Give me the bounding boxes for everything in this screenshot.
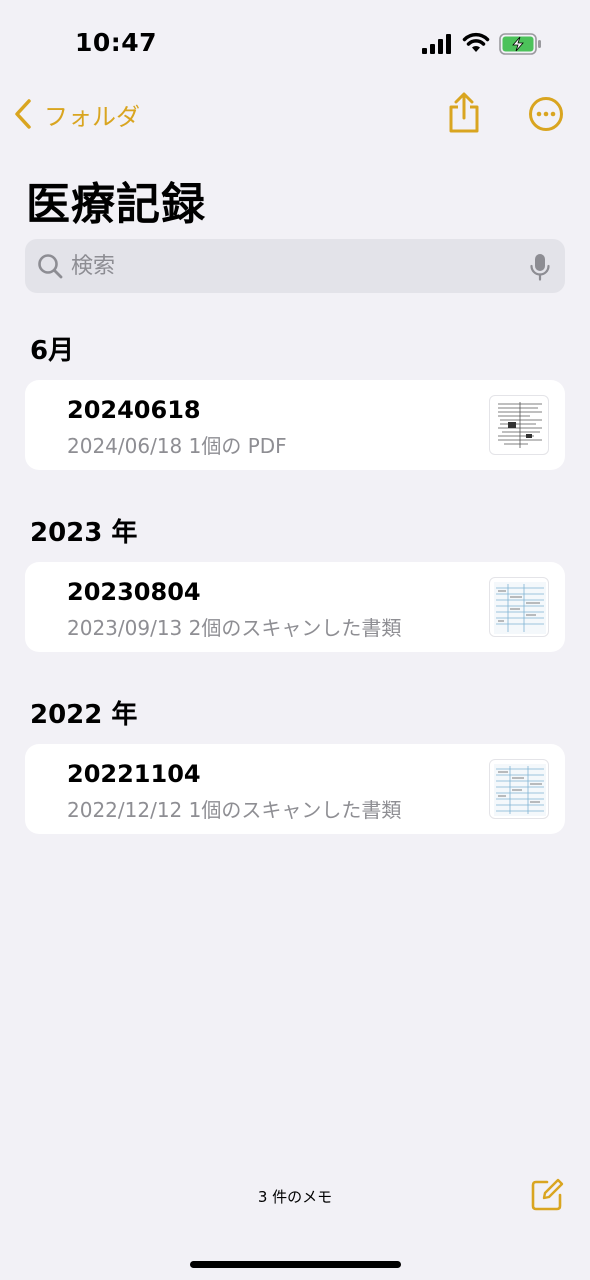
note-subtitle: 2022/12/12 1個のスキャンした書類: [67, 798, 402, 822]
battery-charging-icon: [499, 33, 541, 55]
note-title: 20230804: [67, 578, 201, 606]
compose-icon[interactable]: [530, 1178, 564, 1212]
search-bar[interactable]: [25, 239, 565, 293]
page-title: 医療記録: [26, 179, 206, 230]
more-icon[interactable]: [528, 96, 564, 132]
status-bar: 10:47: [0, 0, 590, 90]
note-title: 20221104: [67, 760, 201, 788]
wifi-icon: [462, 32, 490, 52]
note-title: 20240618: [67, 396, 201, 424]
mic-icon[interactable]: [530, 253, 550, 281]
note-row[interactable]: 20230804 2023/09/13 2個のスキャンした書類: [25, 562, 565, 652]
back-button-label: フォルダ: [44, 102, 140, 131]
chevron-left-icon: [15, 99, 31, 129]
note-row[interactable]: 20240618 2024/06/18 1個の PDF: [25, 380, 565, 470]
section-header: 6月: [30, 336, 75, 366]
note-subtitle: 2024/06/18 1個の PDF: [67, 434, 287, 458]
scan-thumbnail: [489, 577, 549, 637]
signal-icon: [422, 34, 451, 54]
note-count: 3 件のメモ: [257, 1188, 333, 1206]
back-button[interactable]: フォルダ: [12, 96, 140, 132]
note-subtitle: 2023/09/13 2個のスキャンした書類: [67, 616, 402, 640]
scan-thumbnail: [489, 759, 549, 819]
navigation-bar: フォルダ: [0, 88, 590, 138]
search-input[interactable]: [71, 247, 511, 285]
home-indicator: [190, 1261, 401, 1268]
section-header: 2023 年: [30, 518, 138, 548]
status-time: 10:47: [75, 28, 158, 57]
search-icon: [38, 254, 63, 279]
share-icon[interactable]: [446, 92, 482, 134]
note-row[interactable]: 20221104 2022/12/12 1個のスキャンした書類: [25, 744, 565, 834]
section-header: 2022 年: [30, 700, 138, 730]
pdf-thumbnail: [489, 395, 549, 455]
